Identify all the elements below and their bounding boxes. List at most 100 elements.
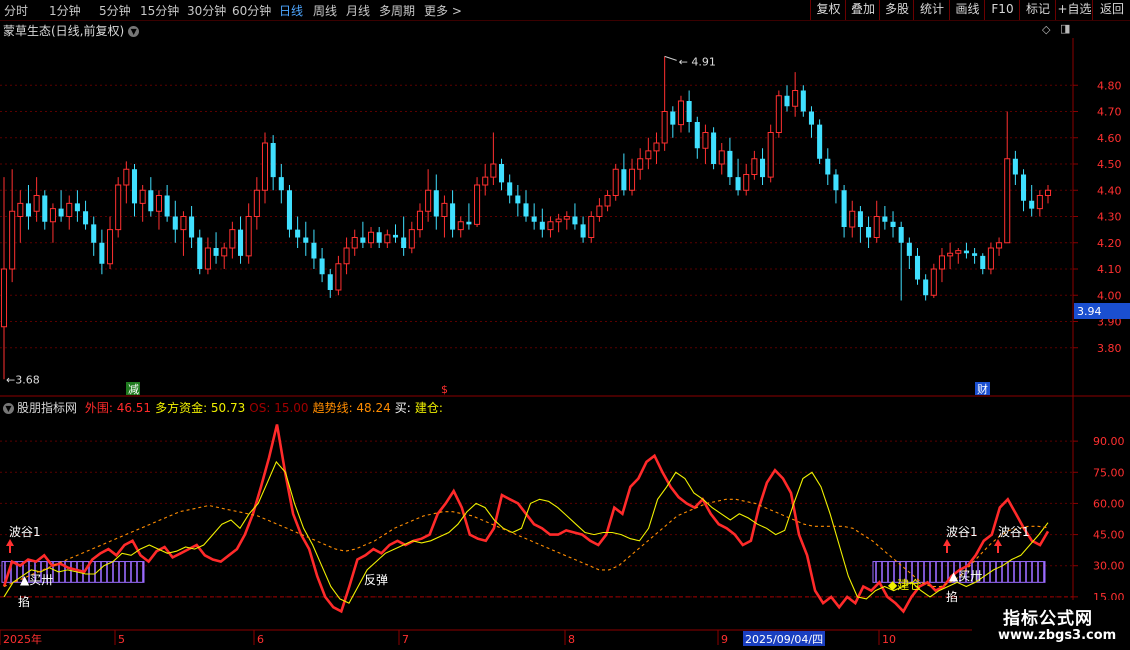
candle-body-18: [148, 190, 154, 212]
candle-body-26: [213, 248, 219, 256]
price-tick-label-5: 4.30: [1097, 211, 1122, 224]
candle-body-4: [33, 195, 40, 212]
candle-body-95: [775, 95, 782, 133]
candle-body-121: [987, 247, 994, 270]
candle-body-87: [711, 132, 717, 164]
candle-body-46: [376, 232, 382, 243]
candle-body-116: [947, 252, 954, 257]
candle-body-27: [221, 247, 228, 257]
wave-arrow-2: [943, 539, 951, 553]
candle-body-37: [303, 237, 309, 243]
candle-body-96: [784, 95, 790, 107]
candle-body-38: [311, 242, 317, 259]
candle-body-51: [416, 210, 423, 231]
candle-body-50: [408, 229, 415, 249]
price-tick-label-6: 4.20: [1097, 237, 1122, 250]
candle-body-32: [261, 142, 269, 191]
candle-body-86: [702, 132, 709, 149]
candle-body-88: [718, 150, 725, 165]
candle-body-3: [25, 203, 31, 217]
candle-body-52: [425, 189, 432, 212]
candle-body-82: [670, 111, 676, 125]
candle-body-7: [58, 208, 64, 217]
candle-body-84: [686, 101, 692, 122]
price-tick-label-10: 3.80: [1097, 342, 1122, 355]
candle-body-115: [938, 255, 945, 270]
rebound-label: 反弹: [364, 573, 388, 587]
candle-body-19: [155, 195, 162, 212]
candle-body-36: [295, 229, 301, 238]
candle-body-53: [433, 190, 439, 217]
low-marker-label: ←3.68: [6, 373, 40, 386]
candle-body-80: [653, 142, 660, 152]
candle-body-117: [955, 250, 962, 254]
candle-body-66: [539, 221, 545, 230]
candle-body-103: [841, 190, 847, 227]
candle-body-100: [817, 124, 823, 159]
candle-body-69: [563, 216, 570, 220]
candle-body-0: [0, 268, 8, 328]
price-tick-label-4: 4.40: [1097, 184, 1122, 197]
candle-body-71: [580, 224, 586, 238]
candle-body-68: [555, 218, 562, 223]
candle-body-109: [890, 221, 896, 227]
candle-body-67: [547, 221, 554, 231]
indicator-tick-label-2: 60.00: [1093, 497, 1125, 510]
candle-body-97: [792, 90, 799, 107]
chart-canvas[interactable]: 4.804.704.604.504.404.304.204.104.003.90…: [0, 0, 1130, 650]
price-tick-label-1: 4.70: [1097, 106, 1122, 119]
watermark-url: www.zbgs3.com: [998, 628, 1117, 643]
candle-body-21: [172, 216, 178, 230]
candle-body-55: [450, 203, 456, 230]
price-tick-label-0: 4.80: [1097, 79, 1122, 92]
candle-body-14: [115, 184, 122, 231]
candle-body-92: [751, 158, 758, 175]
candle-body-101: [825, 158, 831, 175]
candle-body-65: [531, 216, 537, 222]
build-label: ◆建仓: [888, 578, 921, 592]
candle-body-2: [17, 202, 24, 217]
candle-body-25: [204, 247, 211, 270]
candle-body-104: [849, 210, 856, 228]
date-label-5: 9: [721, 633, 728, 646]
candle-body-5: [42, 195, 48, 222]
candle-body-81: [661, 111, 668, 144]
wave-trough-label-2: 波谷1: [946, 525, 978, 539]
date-label-4: 8: [568, 633, 575, 646]
candle-body-13: [107, 229, 114, 265]
candle-body-83: [677, 100, 684, 126]
candle-body-20: [164, 195, 170, 217]
candle-body-70: [572, 216, 578, 225]
candle-body-49: [401, 237, 407, 248]
candle-body-40: [327, 274, 333, 290]
candle-body-1: [9, 210, 16, 270]
candle-body-110: [898, 227, 904, 243]
buy-point-label-2: ▲买卅: [949, 569, 982, 583]
indicator-tick-label-1: 75.00: [1093, 466, 1125, 479]
candle-body-29: [238, 229, 244, 256]
high-marker-label: ← 4.91: [679, 55, 716, 68]
candle-body-56: [457, 221, 464, 231]
candle-body-34: [278, 177, 284, 191]
candle-body-22: [180, 216, 187, 231]
candle-body-31: [253, 189, 260, 217]
candle-body-63: [515, 195, 521, 204]
candle-body-74: [604, 195, 611, 207]
candle-body-78: [637, 158, 644, 170]
date-label-1: 5: [118, 633, 125, 646]
candle-body-75: [612, 168, 619, 196]
candle-body-106: [866, 227, 872, 238]
candle-body-91: [743, 174, 750, 191]
candle-body-48: [392, 234, 399, 238]
candle-body-6: [49, 208, 56, 223]
candle-body-57: [466, 221, 472, 225]
candle-body-76: [621, 169, 627, 191]
date-cursor-label: 2025/09/04/四: [745, 633, 823, 646]
candle-body-61: [499, 164, 505, 183]
candle-body-12: [99, 242, 105, 264]
candle-body-85: [694, 122, 700, 149]
candle-body-39: [319, 258, 325, 275]
candle-body-43: [351, 237, 358, 249]
candle-body-11: [91, 224, 97, 243]
candle-body-94: [767, 132, 774, 178]
